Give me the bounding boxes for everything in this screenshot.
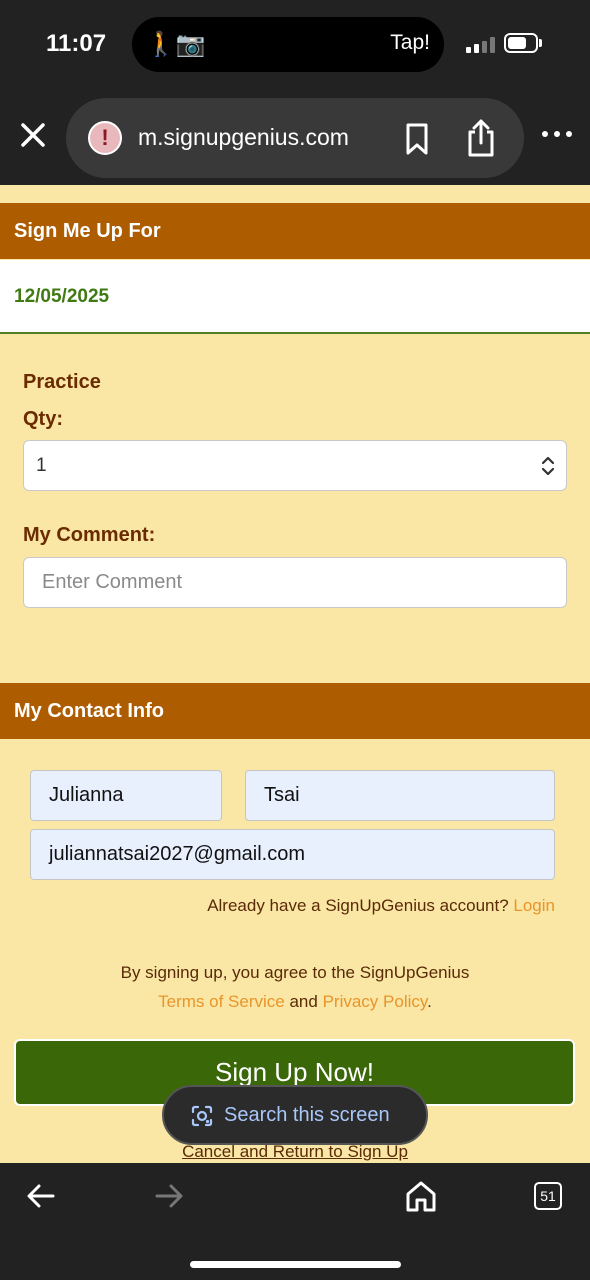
close-icon[interactable] bbox=[18, 120, 48, 150]
forward-arrow-icon[interactable] bbox=[154, 1183, 184, 1209]
battery-icon bbox=[504, 33, 538, 53]
back-arrow-icon[interactable] bbox=[26, 1183, 56, 1209]
search-this-screen-label: Search this screen bbox=[224, 1104, 390, 1126]
comment-label: My Comment: bbox=[23, 524, 156, 546]
login-prompt: Already have a SignUpGenius account? Log… bbox=[207, 896, 555, 916]
date-band: 12/05/2025 bbox=[0, 260, 590, 334]
terms-of-service-link[interactable]: Terms of Service bbox=[158, 992, 285, 1011]
account-prompt-text: Already have a SignUpGenius account? bbox=[207, 896, 509, 915]
slot-date: 12/05/2025 bbox=[14, 286, 110, 307]
battery-tip bbox=[539, 39, 542, 47]
bottom-toolbar: 51 bbox=[0, 1163, 590, 1280]
first-name-field[interactable]: Julianna bbox=[30, 770, 222, 821]
url-text[interactable]: m.signupgenius.com bbox=[138, 124, 349, 151]
status-time: 11:07 bbox=[46, 30, 107, 57]
contact-info-header: My Contact Info bbox=[0, 683, 590, 739]
slot-name: Practice bbox=[23, 371, 101, 393]
share-icon[interactable] bbox=[464, 118, 498, 158]
more-options-icon[interactable] bbox=[540, 124, 574, 144]
email-field[interactable]: juliannatsai2027@gmail.com bbox=[30, 829, 555, 880]
search-this-screen-button[interactable]: Search this screen bbox=[162, 1085, 428, 1145]
terms-notice: By signing up, you agree to the SignUpGe… bbox=[0, 958, 590, 1016]
signal-icon bbox=[466, 37, 496, 53]
activity-icon: 🚶📷 bbox=[146, 31, 206, 58]
qty-label: Qty: bbox=[23, 408, 63, 430]
tab-switcher-button[interactable]: 51 bbox=[534, 1182, 562, 1210]
cancel-return-link[interactable]: Cancel and Return to Sign Up bbox=[0, 1142, 590, 1162]
home-icon[interactable] bbox=[404, 1179, 438, 1213]
qty-select[interactable]: 1 bbox=[23, 440, 567, 491]
address-bar[interactable]: ! m.signupgenius.com bbox=[66, 98, 524, 178]
terms-period: . bbox=[427, 992, 432, 1011]
qty-value: 1 bbox=[36, 455, 47, 476]
not-secure-icon[interactable]: ! bbox=[88, 121, 122, 155]
last-name-field[interactable]: Tsai bbox=[245, 770, 555, 821]
terms-line-1: By signing up, you agree to the SignUpGe… bbox=[120, 963, 470, 982]
bookmark-icon[interactable] bbox=[402, 122, 432, 156]
privacy-policy-link[interactable]: Privacy Policy bbox=[323, 992, 428, 1011]
home-indicator[interactable] bbox=[190, 1261, 401, 1268]
status-bar: 11:07 🚶📷 Tap! bbox=[0, 0, 590, 90]
back-to-app-label[interactable]: Tap! bbox=[390, 31, 430, 55]
dynamic-island[interactable]: 🚶📷 Tap! bbox=[132, 17, 444, 72]
sign-me-up-header: Sign Me Up For bbox=[0, 203, 590, 259]
lens-icon bbox=[191, 1105, 213, 1127]
login-link[interactable]: Login bbox=[513, 896, 555, 915]
browser-toolbar: ! m.signupgenius.com bbox=[0, 90, 590, 185]
comment-input[interactable] bbox=[23, 557, 567, 608]
terms-and-text: and bbox=[289, 992, 318, 1011]
chevron-up-down-icon bbox=[541, 456, 555, 476]
terms-line-2: Terms of Service and Privacy Policy. bbox=[0, 987, 590, 1016]
